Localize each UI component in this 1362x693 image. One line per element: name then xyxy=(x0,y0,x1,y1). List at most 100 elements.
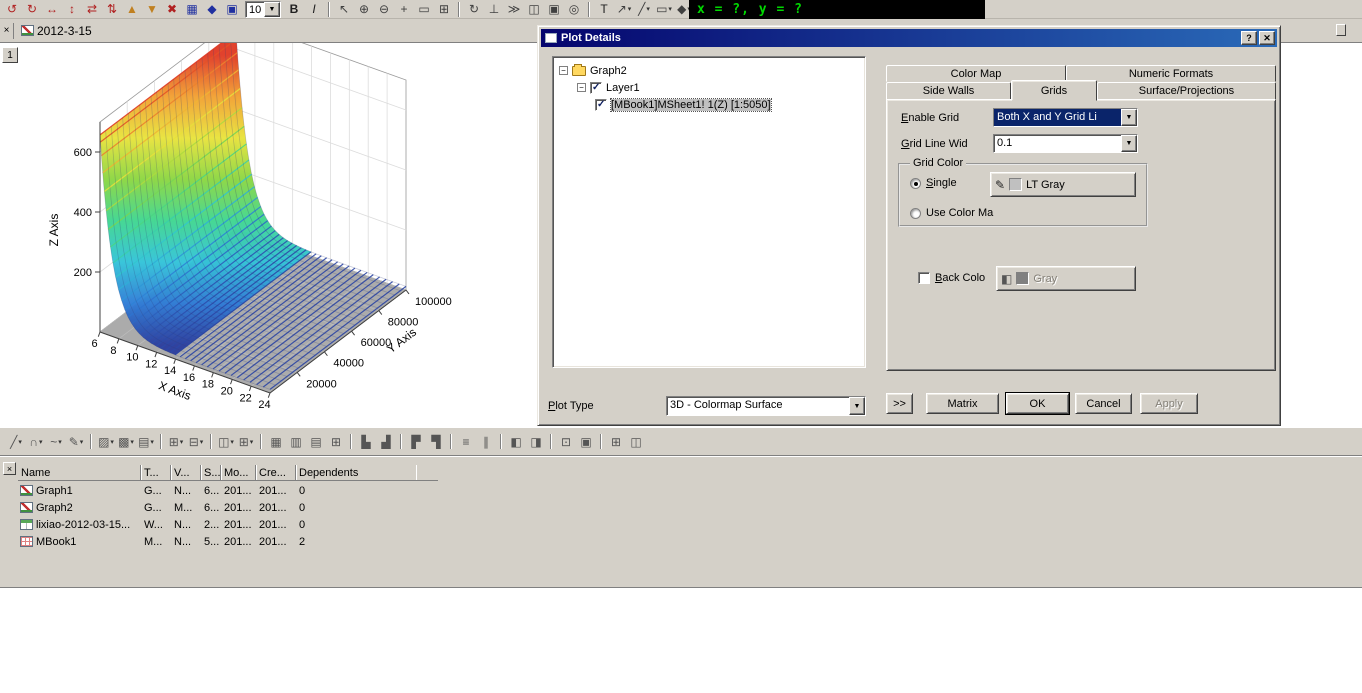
reset-rotation-icon[interactable]: ✖ xyxy=(163,1,181,18)
collapse-icon[interactable]: − xyxy=(559,66,568,75)
italic-icon[interactable]: I xyxy=(305,1,323,18)
tree-item-dataset[interactable]: [MBook1]MSheet1! 1(Z) [1:5050] xyxy=(610,97,772,112)
apply-button[interactable]: Apply xyxy=(1140,393,1198,414)
column-header-type[interactable]: T... xyxy=(141,465,171,480)
resize-layer-icon[interactable]: ◆ xyxy=(203,1,221,18)
dropdown-arrow-icon[interactable]: ▾ xyxy=(668,5,672,13)
dropdown-arrow-icon[interactable] xyxy=(1121,109,1137,126)
tree-item-layer1[interactable]: Layer1 xyxy=(606,82,640,94)
ok-button[interactable]: OK xyxy=(1005,392,1070,415)
window-icon[interactable]: ▣ xyxy=(223,1,241,18)
delete-layer-icon[interactable]: ◨ xyxy=(527,433,545,450)
window-menu-button[interactable] xyxy=(1336,24,1346,36)
dropdown-arrow-icon[interactable]: ▾ xyxy=(58,438,62,446)
tilt-left-icon[interactable]: ⇄ xyxy=(83,1,101,18)
cell-borders-icon[interactable]: ⊞ xyxy=(327,433,345,450)
text-tool-icon[interactable]: T xyxy=(595,1,613,18)
align-top-icon[interactable]: ▛ xyxy=(407,433,425,450)
matrix-button[interactable]: Matrix xyxy=(926,393,999,414)
tree-item-graph2[interactable]: Graph2 xyxy=(590,65,627,77)
dropdown-arrow-icon[interactable]: ▾ xyxy=(80,438,84,446)
rotate-vertical-icon[interactable]: ↕ xyxy=(63,1,81,18)
page-tab-1[interactable]: 1 xyxy=(2,47,18,63)
tab-numeric-formats[interactable]: Numeric Formats xyxy=(1066,65,1276,82)
merge-cells-icon[interactable]: ◫ ▾ xyxy=(217,433,235,450)
dialog-close-button[interactable]: ✕ xyxy=(1259,31,1275,45)
rotate-cw-icon[interactable]: ↻ xyxy=(23,1,41,18)
collapse-icon[interactable]: − xyxy=(577,83,586,92)
project-row[interactable]: Graph1 G... N... 6... 201... 201... 0 xyxy=(18,482,416,499)
layer1-checkbox[interactable] xyxy=(590,81,602,94)
dataset-checkbox[interactable] xyxy=(595,98,607,111)
add-plot-icon[interactable]: ⊞ ▾ xyxy=(167,433,185,450)
single-radio[interactable] xyxy=(910,177,921,189)
back-color-label[interactable]: Back Colo xyxy=(935,272,985,284)
help-button[interactable]: ? xyxy=(1241,31,1257,45)
back-color-button[interactable]: Gray xyxy=(996,266,1136,291)
zoom-out-icon[interactable]: ⊖ xyxy=(375,1,393,18)
align-bottom-icon[interactable]: ▜ xyxy=(427,433,445,450)
dropdown-arrow-icon[interactable]: ▾ xyxy=(130,438,134,446)
align-right-icon[interactable]: ▟ xyxy=(377,433,395,450)
dropdown-arrow-icon[interactable] xyxy=(264,1,280,17)
pointer-icon[interactable]: ↖ xyxy=(335,1,353,18)
dropdown-arrow-icon[interactable]: ▾ xyxy=(250,438,254,446)
speed-mode-icon[interactable]: ≫ xyxy=(505,1,523,18)
fill-color-icon[interactable]: ▨ ▾ xyxy=(97,433,115,450)
project-row[interactable]: Graph2 G... M... 6... 201... 201... 0 xyxy=(18,499,416,516)
dropdown-arrow-icon[interactable]: ▾ xyxy=(230,438,234,446)
project-row[interactable]: lixiao-2012-03-15... W... N... 2... 201.… xyxy=(18,516,416,533)
rotate-horizontal-icon[interactable]: ↔ xyxy=(43,1,61,18)
line-style-icon[interactable]: ╱ ▾ xyxy=(7,433,25,450)
rectangle-tool-icon[interactable]: ▭ ▾ xyxy=(655,1,673,18)
zoom-in-icon[interactable]: ⊕ xyxy=(355,1,373,18)
dialog-titlebar[interactable]: Plot Details ? ✕ xyxy=(541,29,1277,47)
line-color-icon[interactable]: ▤ ▾ xyxy=(137,433,155,450)
extract-cells-icon[interactable]: ⊞ ▾ xyxy=(237,433,255,450)
freehand-tool-icon[interactable]: ✎ ▾ xyxy=(67,433,85,450)
line-tool-icon[interactable]: ╱ ▾ xyxy=(635,1,653,18)
column-header-view[interactable]: V... xyxy=(171,465,201,480)
dropdown-arrow-icon[interactable]: ▾ xyxy=(110,438,114,446)
fit-page-icon[interactable]: ▣ xyxy=(577,433,595,450)
axis-tool-icon[interactable]: ⊥ xyxy=(485,1,503,18)
tab-grids[interactable]: Grids xyxy=(1011,80,1097,101)
dropdown-arrow-icon[interactable]: ▾ xyxy=(39,438,43,446)
column-header-modified[interactable]: Mo... xyxy=(221,465,256,480)
increase-perspective-icon[interactable]: ▲ xyxy=(123,1,141,18)
align-left-icon[interactable]: ▙ xyxy=(357,433,375,450)
pan-icon[interactable]: + xyxy=(395,1,413,18)
distribute-vertical-icon[interactable]: ∥ xyxy=(477,433,495,450)
arrange-layers-icon[interactable]: ⊞ xyxy=(607,433,625,450)
arc-tool-icon[interactable]: ∩ ▾ xyxy=(27,433,45,450)
rescale-icon[interactable]: ▭ xyxy=(415,1,433,18)
remove-plot-icon[interactable]: ⊟ ▾ xyxy=(187,433,205,450)
close-window-icon[interactable]: × xyxy=(0,24,13,38)
distribute-horizontal-icon[interactable]: ≡ xyxy=(457,433,475,450)
pattern-icon[interactable]: ▩ ▾ xyxy=(117,433,135,450)
decrease-perspective-icon[interactable]: ▼ xyxy=(143,1,161,18)
column-header-name[interactable]: Name xyxy=(18,465,141,480)
dropdown-arrow-icon[interactable] xyxy=(1121,135,1137,152)
bold-icon[interactable]: B xyxy=(285,1,303,18)
grid-line-width-select[interactable]: 0.1 xyxy=(993,134,1138,153)
fit-frame-icon[interactable]: ▦ xyxy=(183,1,201,18)
rotate-ccw-icon[interactable]: ↺ xyxy=(3,1,21,18)
column-header-icon[interactable]: ▥ xyxy=(287,433,305,450)
use-color-map-radio[interactable] xyxy=(910,207,921,219)
back-color-checkbox[interactable] xyxy=(918,272,930,284)
zoom-level-combo[interactable]: 10 xyxy=(245,0,281,18)
plot-type-select[interactable]: 3D - Colormap Surface xyxy=(666,396,866,416)
curve-tool-icon[interactable]: ~ ▾ xyxy=(47,433,65,450)
layer-tool-icon[interactable]: ◫ xyxy=(525,1,543,18)
dropdown-arrow-icon[interactable]: ▾ xyxy=(200,438,204,446)
tab-surface-projections[interactable]: Surface/Projections xyxy=(1097,82,1276,100)
dropdown-arrow-icon[interactable]: ▾ xyxy=(646,5,650,13)
tilt-right-icon[interactable]: ⇅ xyxy=(103,1,121,18)
grid-toggle-icon[interactable]: ⊞ xyxy=(435,1,453,18)
data-reader-icon[interactable]: ◎ xyxy=(565,1,583,18)
new-layer-icon[interactable]: ◧ xyxy=(507,433,525,450)
dropdown-arrow-icon[interactable] xyxy=(849,397,865,415)
enable-grid-select[interactable]: Both X and Y Grid Li xyxy=(993,108,1138,127)
dropdown-arrow-icon[interactable]: ▾ xyxy=(180,438,184,446)
